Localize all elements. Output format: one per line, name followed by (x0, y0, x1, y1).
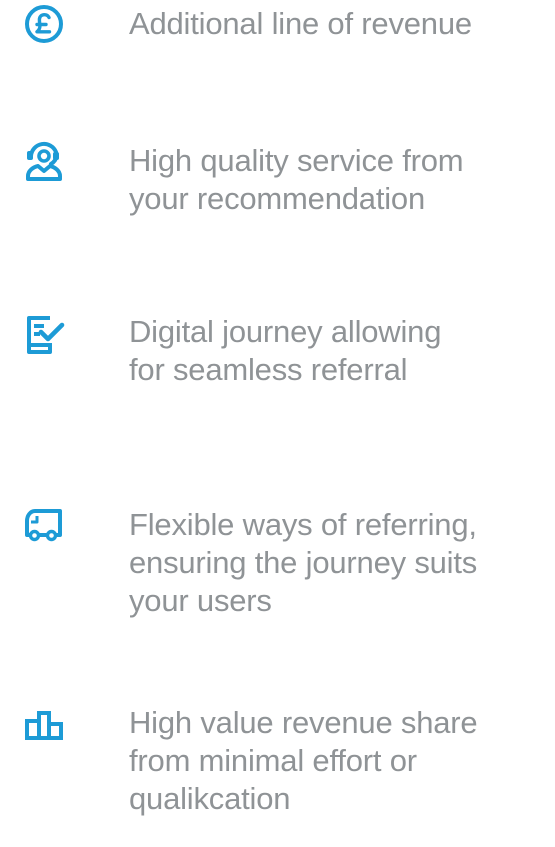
feature-text: Flexible ways of referring, ensuring the… (129, 506, 539, 620)
feature-text-line: from minimal effort or (129, 743, 417, 778)
feature-text-line: qualikcation (129, 781, 291, 816)
feature-text: High value revenue share from minimal ef… (129, 704, 539, 818)
feature-text-line: your users (129, 583, 272, 618)
feature-text-line: ensuring the journey suits (129, 545, 478, 580)
feature-text-line: Digital journey allowing (129, 314, 442, 349)
tablet-check-icon (22, 312, 66, 356)
pound-coin-icon (22, 2, 66, 46)
feature-text-line: your recommendation (129, 181, 426, 216)
feature-text-line: Flexible ways of referring, (129, 507, 477, 542)
service-person-icon (22, 138, 66, 182)
feature-text: Additional line of revenue (129, 5, 539, 43)
feature-text-line: High quality service from (129, 143, 464, 178)
feature-text: Digital journey allowing for seamless re… (129, 313, 539, 389)
delivery-van-icon (22, 502, 66, 546)
feature-text-line: for seamless referral (129, 352, 408, 387)
feature-text-line: Additional line of revenue (129, 6, 472, 41)
bar-chart-icon (22, 704, 66, 748)
feature-text-line: High value revenue share (129, 705, 478, 740)
feature-text: High quality service from your recommend… (129, 142, 539, 218)
